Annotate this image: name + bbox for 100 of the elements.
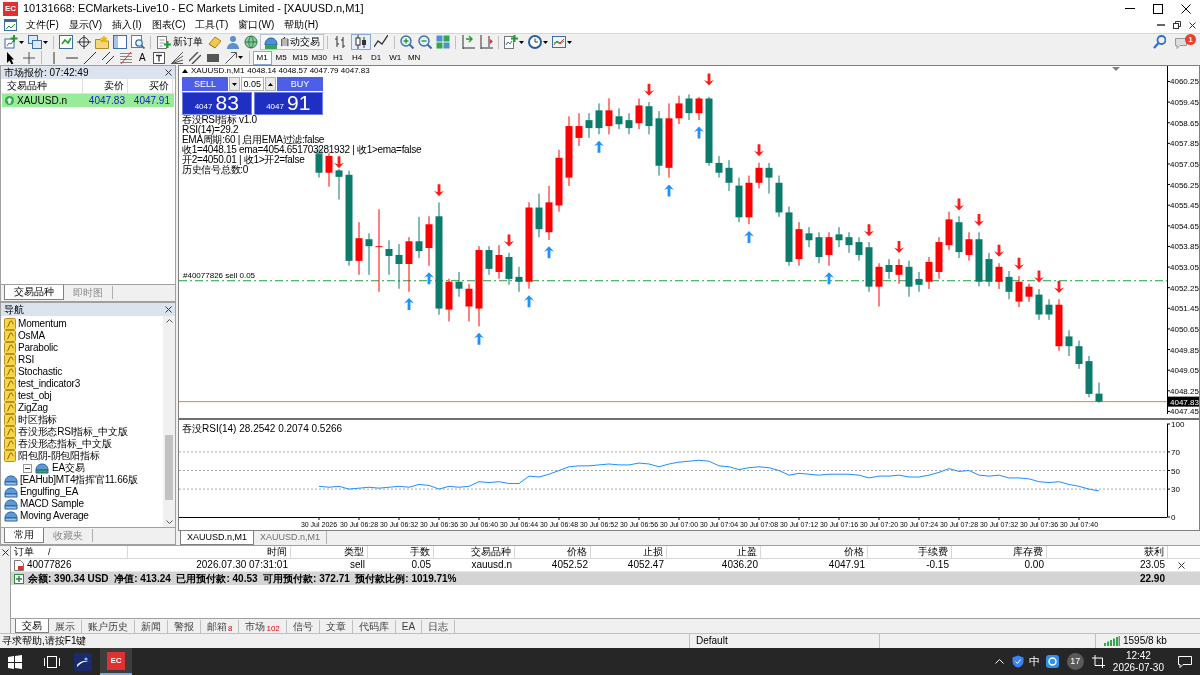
diagonal-line-icon[interactable]	[84, 51, 96, 64]
chart-plus-icon[interactable]	[4, 35, 18, 49]
menu-item[interactable]: 文件(F)	[21, 20, 64, 30]
menu-item[interactable]: 图表(C)	[146, 20, 191, 30]
auto-trading-button[interactable]: 自动交易	[260, 34, 324, 50]
column-header[interactable]: 手数	[368, 545, 434, 559]
star-folder-icon[interactable]	[95, 35, 109, 49]
buy-button[interactable]: BUY	[277, 77, 323, 91]
column-header[interactable]: 订单	[14, 547, 34, 557]
lot-size-field[interactable]: 0.05	[241, 77, 264, 91]
double-diagonal-icon[interactable]	[102, 51, 114, 64]
terminal-tab[interactable]: 信号	[286, 620, 320, 633]
terminal-tab[interactable]: 文章	[319, 620, 353, 633]
scroll-up-icon[interactable]	[165, 319, 173, 323]
period-button[interactable]: W1	[385, 50, 405, 65]
zoom-in-icon[interactable]	[400, 35, 414, 49]
minus-box-icon[interactable]	[23, 463, 32, 473]
column-header[interactable]: 交易品种	[1, 78, 83, 94]
tree-item[interactable]: MACD Sample	[20, 499, 84, 509]
period-button[interactable]: H4	[347, 50, 367, 65]
input-method-indicator[interactable]: 中	[1028, 656, 1040, 667]
quote-row[interactable]: XAUUSD.n 4047.83 4047.91	[2, 94, 174, 107]
column-header[interactable]: 卖价	[83, 78, 128, 94]
close-icon[interactable]	[1189, 21, 1196, 29]
column-header[interactable]: 交易品种	[434, 545, 515, 559]
panel-tab[interactable]: 常用	[4, 528, 44, 543]
close-icon[interactable]	[165, 306, 172, 313]
chart-tab[interactable]: XAUUSD.n,M1	[254, 531, 328, 544]
clock-icon[interactable]	[528, 35, 542, 49]
terminal-tab[interactable]: 展示	[49, 620, 82, 633]
rectangle-icon[interactable]	[206, 51, 219, 64]
terminal-tab[interactable]: EA	[395, 620, 423, 633]
up-triangle-icon[interactable]	[182, 69, 188, 73]
eraser-icon[interactable]	[208, 35, 222, 49]
chart-type-button[interactable]	[351, 34, 371, 50]
restore-icon[interactable]	[1173, 21, 1181, 29]
close-icon[interactable]	[1178, 561, 1185, 569]
sell-price-button[interactable]: 4047 83	[182, 92, 252, 115]
menu-item[interactable]: 窗口(W)	[233, 20, 280, 30]
terminal-tab[interactable]: 新闻	[135, 620, 168, 633]
axis-arrow-icon[interactable]	[461, 35, 475, 49]
chevron-up-icon[interactable]	[994, 659, 1004, 664]
zoom-out-icon[interactable]	[418, 35, 432, 49]
fan-lines-icon[interactable]	[170, 51, 183, 64]
tree-item[interactable]: Moving Average	[20, 511, 89, 521]
sell-button[interactable]: SELL	[182, 77, 228, 91]
crosshair-icon[interactable]	[77, 35, 91, 49]
period-button[interactable]: MN	[404, 50, 424, 65]
period-button[interactable]: M15	[290, 50, 310, 65]
diagonal-arrow-icon[interactable]	[224, 51, 237, 64]
parallel-lines-icon[interactable]	[188, 51, 201, 64]
scrollbar-thumb[interactable]	[165, 435, 173, 501]
period-button[interactable]: M5	[271, 50, 291, 65]
tree-item[interactable]: [EAHub]MT4指挥官11.66版	[20, 475, 138, 485]
magnifier-document-icon[interactable]	[131, 35, 145, 49]
scroll-down-icon[interactable]	[165, 520, 173, 524]
lot-decrease-button[interactable]	[229, 77, 240, 91]
close-icon[interactable]	[165, 69, 172, 76]
terminal-tab[interactable]: 代码库	[352, 620, 396, 633]
terminal-tab[interactable]: 账户历史	[82, 620, 135, 633]
shield-icon[interactable]	[1011, 655, 1024, 668]
taskbar-button[interactable]: EC	[100, 648, 132, 675]
terminal-tab[interactable]: 日志	[422, 620, 456, 633]
period-button[interactable]: M30	[309, 50, 329, 65]
column-header[interactable]: 止损	[591, 545, 667, 559]
column-header[interactable]: 手续费	[868, 545, 952, 559]
column-header[interactable]: 价格	[515, 545, 591, 559]
caret-icon[interactable]	[237, 56, 243, 59]
clock-date[interactable]: 2026-07-30	[1112, 661, 1164, 674]
panel-tab[interactable]: 交易品种	[4, 285, 64, 300]
crop-icon[interactable]	[1091, 655, 1105, 668]
chart-lines-icon[interactable]	[552, 35, 566, 49]
caret-icon[interactable]	[19, 40, 24, 44]
swoosh-tile-icon[interactable]	[74, 652, 92, 671]
chat-icon[interactable]	[1175, 38, 1187, 49]
clock-time[interactable]: 12:42	[1125, 649, 1151, 662]
speech-bubble-icon[interactable]	[1178, 655, 1192, 668]
menu-item[interactable]: 插入(I)	[107, 20, 147, 30]
column-header[interactable]: 时间	[128, 545, 291, 559]
lot-increase-button[interactable]	[265, 77, 276, 91]
sidebar-window-icon[interactable]	[113, 35, 127, 49]
menu-item[interactable]: 工具(T)	[190, 20, 234, 30]
terminal-tab[interactable]: 交易	[15, 619, 49, 633]
terminal-tab[interactable]: 警报	[168, 620, 201, 633]
period-button[interactable]: D1	[366, 50, 386, 65]
new-order-button[interactable]: 新订单	[154, 34, 206, 50]
search-icon[interactable]	[1153, 35, 1166, 49]
tree-item[interactable]: EA交易	[52, 463, 85, 473]
menu-item[interactable]: 帮助(H)	[279, 20, 324, 30]
chart-type-button[interactable]	[371, 34, 391, 50]
menu-item[interactable]: 显示(V)	[63, 20, 108, 30]
stacked-windows-icon[interactable]	[28, 35, 42, 49]
caret-icon[interactable]	[43, 40, 48, 44]
globe-icon[interactable]	[244, 35, 258, 49]
close-icon[interactable]	[1, 549, 9, 556]
period-button[interactable]: H1	[328, 50, 348, 65]
cursor-icon[interactable]	[5, 51, 17, 64]
four-panes-icon[interactable]	[8, 654, 22, 669]
buy-price-button[interactable]: 4047 91	[253, 92, 323, 115]
chart-tab[interactable]: XAUUSD.n,M1	[180, 531, 255, 545]
